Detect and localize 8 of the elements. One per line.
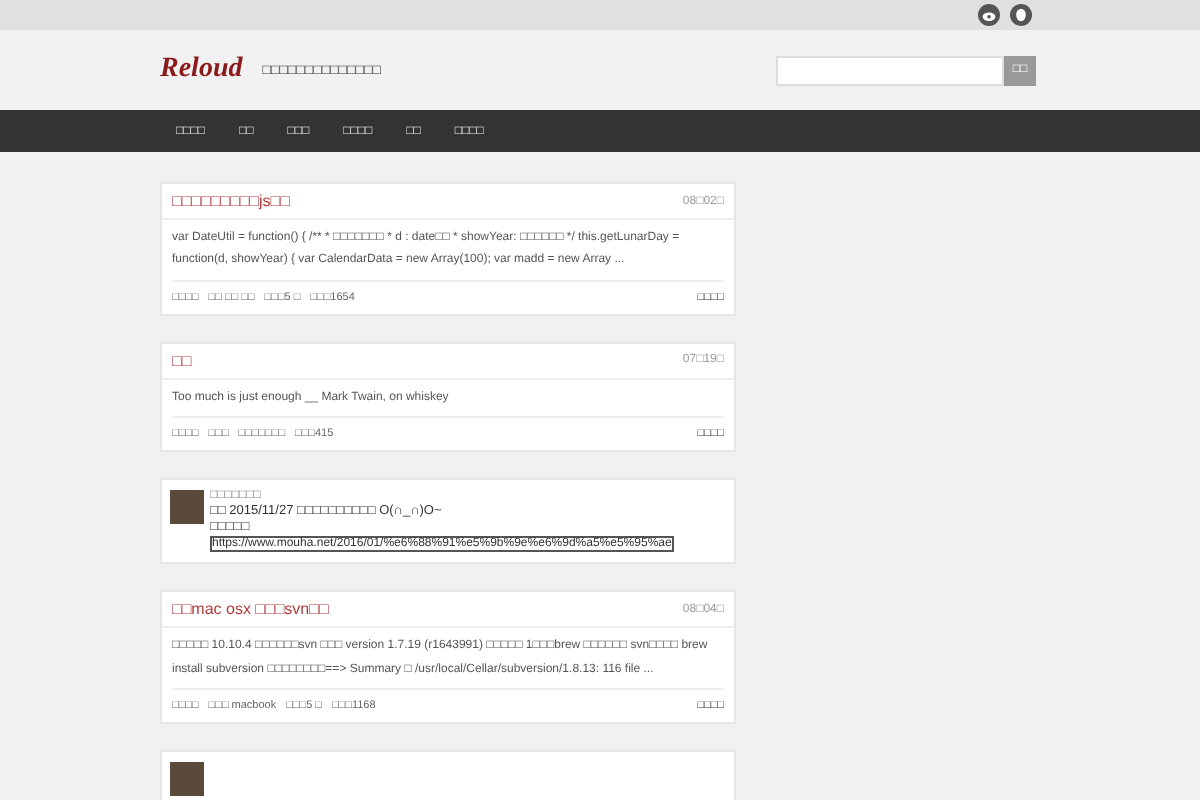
avatar-placeholder	[170, 490, 204, 525]
avatar-placeholder	[170, 761, 204, 796]
search-field[interactable]	[776, 55, 1004, 85]
post-title[interactable]: □□□□□□□□□js□□	[172, 192, 290, 210]
site-logo[interactable]: Reloud	[160, 54, 243, 86]
eye-icon[interactable]	[978, 4, 1000, 26]
post-title[interactable]: □□mac osx □□□svn□□	[172, 600, 329, 619]
post-title[interactable]: □□	[172, 351, 192, 370]
